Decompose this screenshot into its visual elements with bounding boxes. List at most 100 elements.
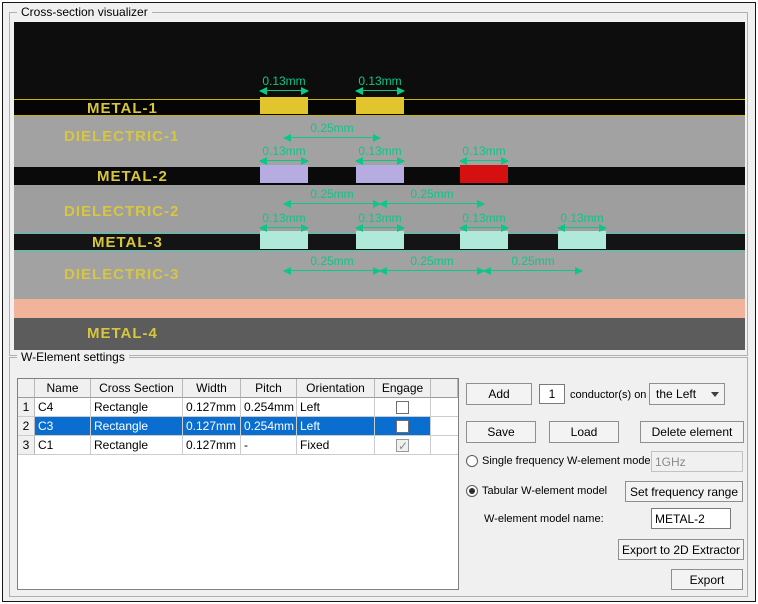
tabular-model-radio[interactable] — [466, 485, 478, 497]
dimension-arrow — [259, 87, 309, 95]
col-header-width: Width — [183, 379, 241, 398]
dimension-label: 0.25mm — [310, 187, 354, 201]
engage-checkbox[interactable] — [396, 400, 409, 414]
col-header-name: Name — [35, 379, 91, 398]
col-header-engage: Engage — [375, 379, 431, 398]
cell-engage — [375, 398, 431, 417]
dimension-annotation: 0.13mm — [355, 145, 405, 165]
dimension-annotation: 0.13mm — [459, 145, 509, 165]
dimension-annotation: 0.25mm — [379, 254, 485, 275]
table-row-c1[interactable]: 3 C1 Rectangle 0.127mm - Fixed — [18, 436, 458, 455]
dimension-annotation: 0.13mm — [259, 212, 309, 232]
side-dropdown[interactable]: the Left — [649, 383, 725, 405]
conductor — [460, 231, 508, 249]
cross-section-canvas: METAL-1 DIELECTRIC-1 METAL-2 DIELECTRIC-2 ME… — [14, 22, 745, 350]
dimension-annotation: 0.13mm — [259, 145, 309, 165]
visualizer-groupbox: Cross-section visualizer METAL-1 DIELECTR… — [9, 5, 748, 356]
settings-groupbox: W-Element settings Name Cross Section Wi… — [9, 350, 748, 597]
single-frequency-label: Single frequency W-element model — [482, 455, 653, 467]
row-number: 1 — [18, 398, 35, 417]
conductor — [260, 97, 308, 114]
dimension-arrow — [355, 87, 405, 95]
layer-band-7 — [14, 299, 745, 318]
cell-pitch: - — [241, 436, 297, 455]
dimension-annotation: 0.25mm — [283, 254, 381, 275]
cell-pitch: 0.254mm — [241, 417, 297, 436]
conductor — [260, 231, 308, 249]
conductor — [356, 97, 404, 114]
dimension-label: 0.25mm — [310, 121, 354, 135]
model-name-label: W-element model name: — [484, 513, 604, 525]
col-header-rownum — [18, 379, 35, 398]
dimension-arrow — [557, 224, 607, 232]
dimension-label: 0.25mm — [410, 187, 454, 201]
save-button[interactable]: Save — [466, 421, 536, 443]
layer-label-metal-2: METAL-2 — [97, 168, 168, 185]
dimension-label: 0.25mm — [410, 254, 454, 268]
dimension-arrow — [355, 224, 405, 232]
dimension-annotation: 0.25mm — [283, 187, 381, 208]
cell-filler — [431, 398, 458, 417]
model-name-input[interactable] — [651, 508, 731, 529]
cell-name: C3 — [35, 417, 91, 436]
chevron-down-icon — [711, 392, 719, 401]
dimension-arrow — [459, 157, 509, 165]
dimension-annotation: 0.13mm — [355, 212, 405, 232]
conductors-on-label: conductor(s) on — [570, 389, 647, 401]
col-header-filler — [431, 379, 458, 398]
cell-cross-section: Rectangle — [91, 398, 183, 417]
dimension-arrow — [283, 267, 381, 275]
dimension-annotation: 0.25mm — [379, 187, 485, 208]
col-header-pitch: Pitch — [241, 379, 297, 398]
layer-label-dielectric-3: DIELECTRIC-3 — [64, 266, 180, 283]
table-row-c3[interactable]: 2 C3 Rectangle 0.127mm 0.254mm Left — [18, 417, 458, 436]
layer-label-metal-4: METAL-4 — [87, 325, 158, 342]
cell-orientation: Left — [297, 417, 375, 436]
side-dropdown-value: the Left — [656, 387, 697, 401]
load-button[interactable]: Load — [549, 421, 619, 443]
conductor — [558, 231, 606, 249]
conductor-table-rows: 1 C4 Rectangle 0.127mm 0.254mm Left 2 C3 Rectang… — [18, 398, 458, 455]
cell-cross-section: Rectangle — [91, 436, 183, 455]
dimension-arrow — [379, 267, 485, 275]
dimension-annotation: 0.13mm — [557, 212, 607, 232]
dimension-arrow — [355, 157, 405, 165]
export-2d-extractor-button[interactable]: Export to 2D Extractor — [618, 539, 744, 560]
layer-label-dielectric-1: DIELECTRIC-1 — [64, 128, 180, 145]
tabular-model-label: Tabular W-element model — [482, 485, 608, 497]
dimension-annotation: 0.25mm — [283, 121, 381, 142]
cell-name: C1 — [35, 436, 91, 455]
delete-element-button[interactable]: Delete element — [640, 421, 744, 443]
layer-label-metal-1: METAL-1 — [87, 100, 158, 117]
conductor-count-input[interactable] — [539, 384, 565, 404]
visualizer-title: Cross-section visualizer — [17, 5, 152, 19]
col-header-orientation: Orientation — [297, 379, 375, 398]
cell-orientation: Left — [297, 398, 375, 417]
dimension-label: 0.25mm — [511, 254, 555, 268]
set-frequency-range-button[interactable]: Set frequency range — [625, 481, 743, 502]
row-number: 2 — [18, 417, 35, 436]
table-header-row: Name Cross Section Width Pitch Orientati… — [18, 379, 458, 398]
cell-filler — [431, 436, 458, 455]
engage-checkbox[interactable] — [396, 419, 409, 433]
col-header-cross-section: Cross Section — [91, 379, 183, 398]
export-button[interactable]: Export — [671, 569, 743, 590]
dimension-arrow — [259, 224, 309, 232]
single-frequency-radio[interactable] — [466, 455, 478, 467]
table-row-c4[interactable]: 1 C4 Rectangle 0.127mm 0.254mm Left — [18, 398, 458, 417]
cell-cross-section: Rectangle — [91, 417, 183, 436]
dimension-arrow — [459, 224, 509, 232]
add-button[interactable]: Add — [466, 383, 532, 405]
conductor — [460, 165, 508, 183]
engage-checkbox — [396, 437, 409, 454]
dimension-label: 0.25mm — [310, 254, 354, 268]
row-number: 3 — [18, 436, 35, 455]
conductor-table: Name Cross Section Width Pitch Orientati… — [17, 378, 459, 590]
conductor — [356, 231, 404, 249]
dimension-arrow — [259, 157, 309, 165]
layer-label-metal-3: METAL-3 — [92, 234, 163, 251]
dimension-arrow — [379, 200, 485, 208]
cell-engage — [375, 417, 431, 436]
single-frequency-input — [651, 451, 743, 472]
dimension-arrow — [283, 134, 381, 142]
